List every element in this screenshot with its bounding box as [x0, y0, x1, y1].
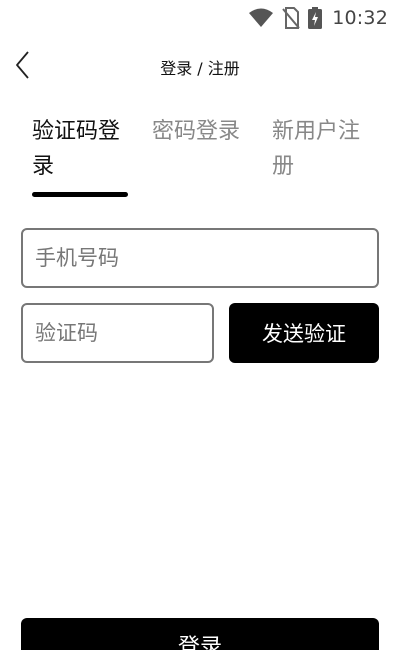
- status-icons: 10:32: [248, 6, 388, 30]
- battery-charging-icon: [308, 7, 323, 29]
- login-button-label: 登录: [177, 635, 222, 650]
- verification-code-input[interactable]: [23, 305, 212, 361]
- wifi-icon: [248, 8, 274, 28]
- phone-input[interactable]: [23, 230, 377, 286]
- tab-code-login[interactable]: 验证码登录: [32, 114, 136, 184]
- no-sim-icon: [282, 7, 300, 29]
- code-field-container: [21, 303, 214, 363]
- tab-register[interactable]: 新用户注册: [272, 114, 376, 184]
- phone-field-container: [21, 228, 379, 288]
- status-bar: 10:32: [0, 0, 400, 36]
- top-navigation: 登录 / 注册: [0, 46, 400, 88]
- send-code-button[interactable]: 发送验证: [229, 303, 379, 363]
- tab-password-login[interactable]: 密码登录: [152, 114, 256, 149]
- status-time: 10:32: [332, 7, 388, 29]
- active-tab-indicator: [32, 192, 128, 197]
- page-title: 登录 / 注册: [160, 59, 240, 78]
- login-tabs: 验证码登录 密码登录 新用户注册: [22, 114, 382, 204]
- login-button[interactable]: 登录: [21, 618, 379, 650]
